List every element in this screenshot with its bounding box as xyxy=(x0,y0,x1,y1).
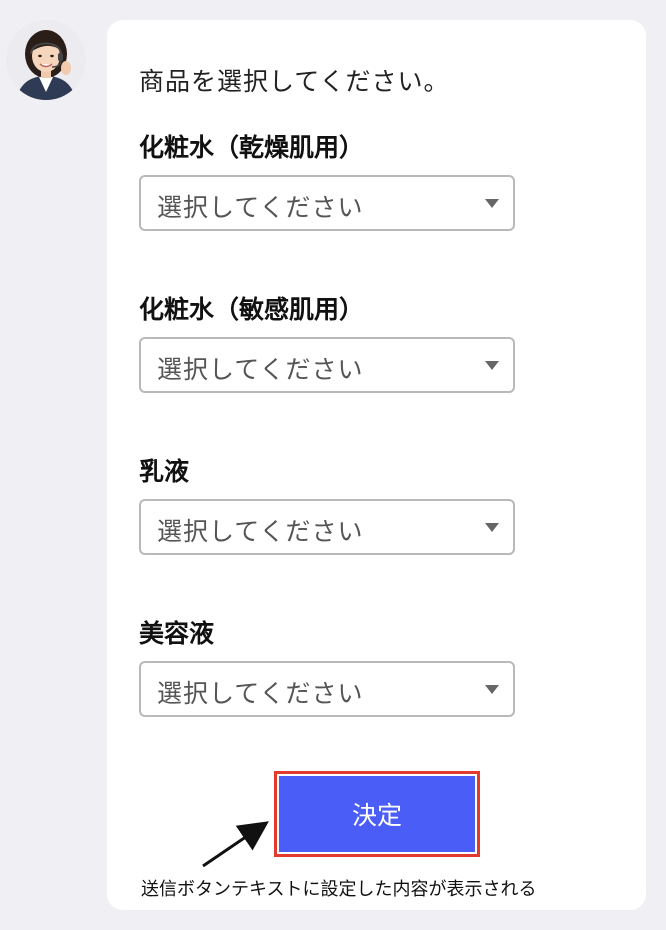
select-emulsion[interactable]: 選択してください xyxy=(139,499,515,555)
caret-down-icon xyxy=(485,523,499,532)
operator-avatar xyxy=(6,20,86,100)
select-serum[interactable]: 選択してください xyxy=(139,661,515,717)
select-value: 選択してください xyxy=(157,517,364,546)
label-emulsion: 乳液 xyxy=(139,457,190,486)
select-toner-dry-skin[interactable]: 選択してください xyxy=(139,175,515,231)
select-value: 選択してください xyxy=(157,193,364,222)
prompt-text: 商品を選択してください。 xyxy=(139,67,450,96)
submit-highlight-frame: 決定 xyxy=(274,771,480,857)
label-toner-dry-skin: 化粧水（乾燥肌用） xyxy=(139,133,365,162)
caret-down-icon xyxy=(485,685,499,694)
message-card: 商品を選択してください。 化粧水（乾燥肌用） 選択してください 化粧水（敏感肌用… xyxy=(107,20,646,910)
label-toner-sensitive-skin: 化粧水（敏感肌用） xyxy=(139,295,365,324)
avatar-icon xyxy=(6,20,86,100)
select-toner-sensitive-skin[interactable]: 選択してください xyxy=(139,337,515,393)
submit-button[interactable]: 決定 xyxy=(279,776,475,852)
chat-page: 商品を選択してください。 化粧水（乾燥肌用） 選択してください 化粧水（敏感肌用… xyxy=(0,0,666,930)
label-serum: 美容液 xyxy=(139,619,215,648)
annotation-text: 送信ボタンテキストに設定した内容が表示される xyxy=(141,879,537,900)
caret-down-icon xyxy=(485,361,499,370)
select-value: 選択してください xyxy=(157,679,364,708)
select-value: 選択してください xyxy=(157,355,364,384)
caret-down-icon xyxy=(485,199,499,208)
arrow-icon xyxy=(202,821,269,868)
